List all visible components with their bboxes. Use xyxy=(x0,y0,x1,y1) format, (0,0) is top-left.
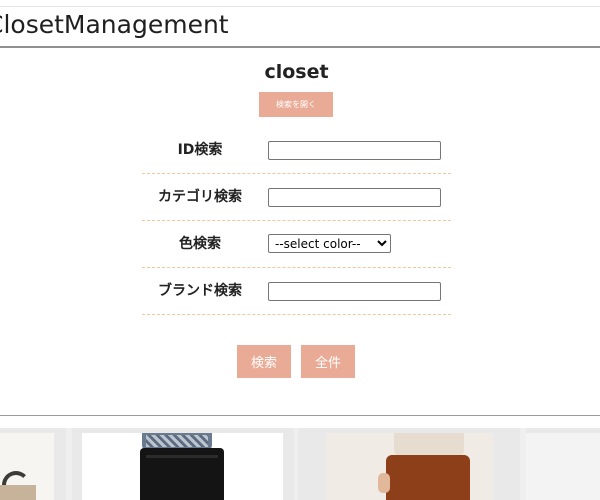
item-photo[interactable] xyxy=(526,433,600,500)
brand-search-input[interactable] xyxy=(268,282,441,301)
id-search-label: ID検索 xyxy=(177,142,223,158)
page: ClosetManagement closet 検索を開く ID検索 カテゴリ検… xyxy=(0,0,600,500)
search-form: ID検索 カテゴリ検索 色検索 --select color-- ブランド検索 xyxy=(142,127,451,315)
color-select[interactable]: --select color-- xyxy=(268,234,391,253)
content-divider xyxy=(0,415,600,416)
header-divider xyxy=(0,46,600,48)
toggle-search-button[interactable]: 検索を開く xyxy=(259,92,333,117)
id-search-input[interactable] xyxy=(268,141,441,160)
color-search-label: 色検索 xyxy=(179,236,221,252)
black-pants-photo[interactable] xyxy=(82,433,283,500)
bag-photo[interactable] xyxy=(0,433,54,500)
hand-shape xyxy=(378,473,390,493)
id-search-row: ID検索 xyxy=(142,127,451,174)
item-card[interactable] xyxy=(298,428,520,500)
category-search-input[interactable] xyxy=(268,188,441,207)
item-card[interactable] xyxy=(72,428,294,500)
app-title[interactable]: ClosetManagement xyxy=(0,10,229,40)
brown-skirt-photo[interactable] xyxy=(326,433,493,500)
category-search-label: カテゴリ検索 xyxy=(158,189,242,205)
item-grid xyxy=(0,428,600,500)
search-button[interactable]: 検索 xyxy=(237,345,291,378)
skirt-shape xyxy=(386,455,470,500)
top-border xyxy=(0,6,600,7)
color-search-row: 色検索 --select color-- xyxy=(142,221,451,268)
brand-search-label: ブランド検索 xyxy=(158,283,242,299)
shirt-pattern-shape xyxy=(146,435,208,447)
item-card[interactable] xyxy=(0,428,66,500)
brand-search-row: ブランド検索 xyxy=(142,268,451,315)
item-card[interactable] xyxy=(526,428,600,500)
page-title: closet xyxy=(264,61,329,83)
show-all-button[interactable]: 全件 xyxy=(301,345,355,378)
category-search-row: カテゴリ検索 xyxy=(142,174,451,221)
belt-shape xyxy=(146,455,218,458)
bag-body-shape xyxy=(0,485,36,500)
